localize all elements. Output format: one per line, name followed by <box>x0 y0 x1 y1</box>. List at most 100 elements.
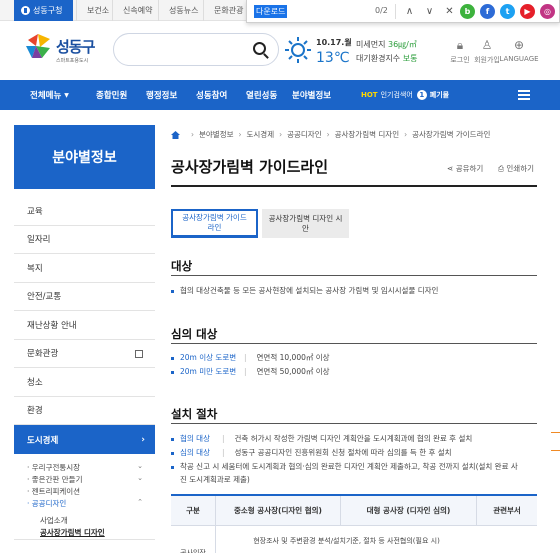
bullet-icon <box>171 437 174 441</box>
hot-keywords-label: 인기검색어 <box>380 91 413 99</box>
title-divider <box>171 185 537 187</box>
fine-dust-info: 미세먼지 36㎍/㎥ <box>356 39 417 50</box>
procedure-row: 협의 대상 | 건축 허가시 작성한 가림벽 디자인 계획안을 도시계획과에 협의 … <box>171 433 472 444</box>
twitter-icon[interactable]: t <box>500 4 515 19</box>
table-header-cell: 대형 공사장 (디자인 심의) <box>341 496 477 525</box>
main-nav: 전체메뉴 ▼ 종합민원 행정정보 성동참여 열린성동 분야별정보 HOT 인기검… <box>0 80 560 110</box>
submenu-item-gentrification[interactable]: · 젠트리피케이션 <box>14 486 155 498</box>
chevron-down-icon: ⌄ <box>137 474 143 482</box>
share-icon: ⋖ <box>447 164 454 173</box>
print-button[interactable]: ⎙ 인쇄하기 <box>498 163 534 174</box>
submenu-item-market[interactable]: · 우리구전통시장 ⌄ <box>14 462 155 474</box>
facebook-icon[interactable]: f <box>480 4 495 19</box>
sidebar-item-disaster[interactable]: 재난상황 안내 <box>14 311 155 340</box>
lock-icon: 🔒︎ <box>456 38 464 52</box>
topbar-link-reservation[interactable]: 신속예약 <box>112 0 162 21</box>
site-search-input[interactable] <box>113 33 279 66</box>
close-icon[interactable]: ✕ <box>441 3 458 20</box>
sidebar-item-culture[interactable]: 문화관광 <box>14 340 155 368</box>
chevron-up-icon[interactable]: ∧ <box>401 3 418 20</box>
share-button[interactable]: ⋖ 공유하기 <box>447 163 483 174</box>
breadcrumb-item[interactable]: 분야별정보 <box>199 129 234 140</box>
instagram-icon[interactable]: ◎ <box>540 4 555 19</box>
chevron-right-icon: › <box>141 434 145 445</box>
target-text: 협의 대상건축물 등 모든 공사현장에 설치되는 공사장 가림벽 및 임시시설물… <box>171 285 438 296</box>
external-link-icon <box>135 349 143 358</box>
weather-temp: 13℃ <box>316 50 350 66</box>
home-icon <box>21 6 30 15</box>
breadcrumb-item[interactable]: 공공디자인 <box>287 129 322 140</box>
nav-item-participation[interactable]: 성동참여 <box>196 80 227 110</box>
logo-slogan: 스마트포용도시 <box>56 58 89 64</box>
procedure-table: 구분 중소형 공사장(디자인 협의) 대형 공사장 (디자인 심의) 관련부서 … <box>171 494 537 553</box>
language-link[interactable]: ⊕ LANGUAGE <box>499 38 539 63</box>
breadcrumb-item[interactable]: 도시경제 <box>247 129 275 140</box>
hamburger-menu-icon[interactable] <box>518 90 530 100</box>
hot-keyword: 폐기물 <box>429 91 450 99</box>
procedure-row-value: 성동구 공공디자인 진흥위원회 신청 절차에 따라 심의를 득 한 후 설치 <box>234 448 452 457</box>
find-match-count: 0/2 <box>375 6 388 15</box>
home-icon[interactable] <box>171 130 180 139</box>
section-divider <box>171 275 537 276</box>
hot-keywords[interactable]: HOT 인기검색어 1 폐기물 <box>361 80 449 110</box>
submenu-item-signage[interactable]: · 좋은간판 만들기 ⌄ <box>14 474 155 486</box>
sidebar-item-environment[interactable]: 환경 <box>14 397 155 425</box>
submenu-deep-construction-wall[interactable]: 공사장가림벽 디자인 <box>14 527 155 539</box>
signup-label: 회원가입 <box>474 56 500 64</box>
nav-item-field[interactable]: 분야별정보 <box>292 80 331 110</box>
tab-design-draft[interactable]: 공사장가림벽 디자인 시안 <box>262 209 349 238</box>
review-row: 20m 이상 도로변 | 연면적 10,000㎡ 이상 <box>171 352 330 363</box>
bullet-icon <box>171 370 174 374</box>
sidebar-item-culture-label: 문화관광 <box>27 349 59 360</box>
youtube-icon[interactable]: ▶ <box>520 4 535 19</box>
air-quality-label: 대기환경지수 <box>356 54 401 63</box>
topbar-link-news[interactable]: 성동뉴스 <box>158 0 208 21</box>
nav-item-civil[interactable]: 종합민원 <box>96 80 127 110</box>
chevron-down-icon[interactable]: ∨ <box>421 3 438 20</box>
tab-guideline[interactable]: 공사장가림벽 가이드라인 <box>171 209 258 238</box>
language-label: LANGUAGE <box>499 55 539 63</box>
breadcrumb-item[interactable]: 공사장가림벽 디자인 <box>335 129 399 140</box>
submenu-item-public-design[interactable]: · 공공디자인 ⌃ <box>14 498 155 510</box>
sidebar-item-jobs[interactable]: 일자리 <box>14 226 155 254</box>
bullet-icon <box>171 356 174 360</box>
fine-dust-value: 36㎍/㎥ <box>388 40 417 49</box>
chevron-up-icon: ⌃ <box>137 498 143 506</box>
breadcrumb-current: 공사장가림벽 가이드라인 <box>412 130 491 139</box>
chevron-down-icon: ⌄ <box>137 462 143 470</box>
chevron-down-icon: ▼ <box>64 91 69 99</box>
section-title-target: 대상 <box>171 259 193 273</box>
sidebar-item-education[interactable]: 교육 <box>14 197 155 226</box>
sidebar-title: 분야별정보 <box>14 125 155 189</box>
submenu-deep-intro[interactable]: 사업소개 <box>14 515 155 527</box>
nav-item-admin[interactable]: 행정정보 <box>146 80 177 110</box>
find-query-input[interactable]: 다운로드 <box>254 4 288 18</box>
search-icon[interactable] <box>253 42 266 55</box>
district-office-label: 성동구청 <box>33 6 63 15</box>
all-menu-button[interactable]: 전체메뉴 ▼ <box>30 80 69 110</box>
scroll-marker <box>551 450 560 451</box>
blog-icon[interactable]: b <box>460 4 475 19</box>
logo-mark-icon <box>26 34 50 58</box>
review-row-value: 연면적 50,000㎡ 이상 <box>256 367 330 376</box>
table-header-cell: 관련부서 <box>493 506 521 515</box>
fine-dust-label: 미세먼지 <box>356 40 386 49</box>
bullet-icon <box>171 451 174 455</box>
sidebar-item-cleaning[interactable]: 청소 <box>14 368 155 397</box>
procedure-row: 심의 대상 | 성동구 공공디자인 진흥위원회 신청 절차에 따라 심의를 득 한 … <box>171 447 452 458</box>
district-office-link[interactable]: 성동구청 <box>14 0 73 21</box>
sidebar-item-welfare[interactable]: 복지 <box>14 254 155 283</box>
air-quality-value: 보통 <box>402 54 418 63</box>
sidebar-item-urban-economy[interactable]: 도시경제 › <box>14 425 155 454</box>
all-menu-label: 전체메뉴 <box>30 91 62 101</box>
procedure-note-line2: 진 도시계획과로 제출) <box>180 475 250 484</box>
table-header-cell: 중소형 공사장(디자인 협의) <box>216 496 341 525</box>
sidebar-item-safety[interactable]: 안전/교통 <box>14 283 155 311</box>
nav-item-open[interactable]: 열린성동 <box>246 80 277 110</box>
site-logo[interactable]: 성동구 스마트포용도시 <box>24 34 104 70</box>
table-cell: 현장조사 및 주변환경 분석/설치기준, 절차 등 사전협의(필요 시) <box>253 537 440 545</box>
sidebar-menu: 교육 일자리 복지 안전/교통 재난상황 안내 문화관광 청소 환경 도시경제 … <box>14 197 155 540</box>
weather-date: 10.17.월 <box>316 38 352 47</box>
bullet-icon <box>171 289 174 293</box>
table-cell <box>477 526 537 553</box>
